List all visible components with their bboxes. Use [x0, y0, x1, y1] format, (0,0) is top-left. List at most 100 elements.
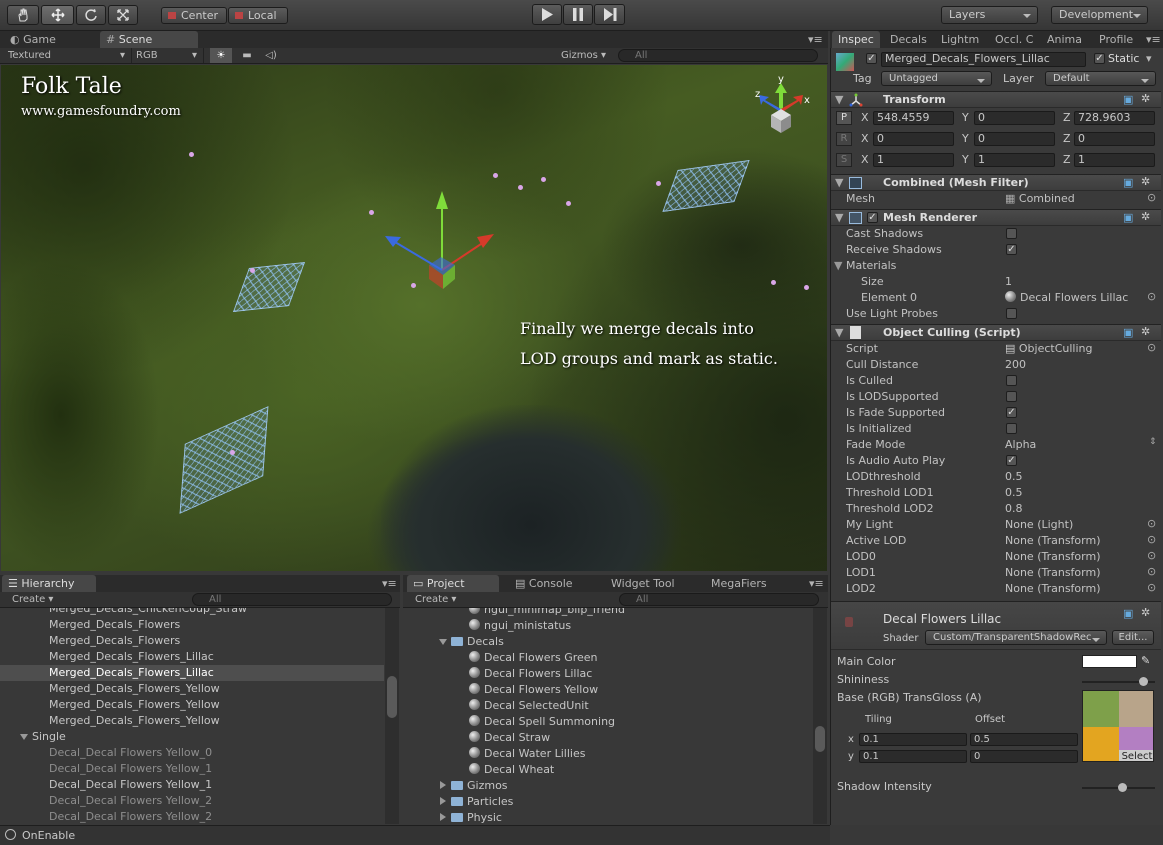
help-icon[interactable]: ▣ — [1123, 607, 1133, 620]
tab-profiler[interactable]: Profile — [1093, 31, 1143, 48]
object-picker-icon[interactable]: ⊙ — [1147, 191, 1156, 204]
threshold-lod1-field[interactable]: 0.5 — [1005, 485, 1023, 501]
tab-megafiers[interactable]: MegaFiers — [705, 575, 795, 592]
materials-foldout[interactable]: ▼ Materials — [834, 258, 896, 274]
gear-icon[interactable]: ✲ — [1141, 325, 1150, 338]
cast-shadows-checkbox[interactable] — [1006, 228, 1017, 239]
project-item[interactable]: Decal Straw — [469, 730, 550, 746]
static-dropdown-arrow-icon[interactable]: ▾ — [1146, 52, 1152, 65]
rotation-z-field[interactable]: 0 — [1074, 132, 1155, 146]
object-picker-icon[interactable]: ⊙ — [1147, 517, 1156, 530]
expand-arrow-icon[interactable] — [439, 639, 447, 645]
project-item[interactable]: ngui_ministatus — [469, 618, 571, 634]
gizmos-dropdown[interactable]: Gizmos ▾ — [561, 48, 613, 63]
fold-arrow-icon[interactable]: ▼ — [835, 93, 843, 106]
lod2-field[interactable]: None (Transform) — [1005, 581, 1101, 597]
shader-edit-button[interactable]: Edit... — [1112, 630, 1154, 645]
static-checkbox[interactable]: ✓ — [1094, 53, 1105, 64]
shininess-slider-thumb[interactable] — [1139, 677, 1148, 686]
tab-console[interactable]: ▤ Console — [509, 575, 599, 592]
threshold-lod2-field[interactable]: 0.8 — [1005, 501, 1023, 517]
hierarchy-group-single[interactable]: Single — [0, 729, 384, 745]
scale-x-field[interactable]: 1 — [873, 153, 954, 167]
project-item[interactable]: Decal Flowers Lillac — [469, 666, 592, 682]
render-mode-dropdown[interactable]: Textured ▾ — [8, 48, 132, 63]
pause-button[interactable] — [563, 4, 593, 25]
scale-tool-button[interactable] — [108, 5, 138, 25]
size-field[interactable]: 1 — [1005, 274, 1012, 290]
object-culling-header[interactable]: ▼ Object Culling (Script) ▣ ✲ — [831, 324, 1161, 341]
tab-animation[interactable]: Anima — [1041, 31, 1087, 48]
active-checkbox[interactable]: ✓ — [866, 53, 877, 64]
light-probes-checkbox[interactable] — [1006, 308, 1017, 319]
hierarchy-row[interactable]: Merged_Decals_Flowers_Yellow — [0, 681, 384, 697]
hierarchy-row[interactable]: Merged_Decals_ChickenCoup_Straw — [0, 608, 384, 617]
gear-icon[interactable]: ✲ — [1141, 175, 1150, 188]
image-effects-icon[interactable]: ▬ — [236, 48, 258, 63]
cull-distance-field[interactable]: 200 — [1005, 357, 1026, 373]
hierarchy-row[interactable]: Decal_Decal Flowers Yellow_0 — [0, 745, 384, 761]
offset-y-field[interactable]: 0 — [970, 750, 1078, 763]
hierarchy-row[interactable]: Merged_Decals_Flowers — [0, 633, 384, 649]
hierarchy-search-input[interactable]: All — [192, 593, 392, 606]
tab-widget-tool[interactable]: Widget Tool — [605, 575, 695, 592]
my-light-field[interactable]: None (Light) — [1005, 517, 1073, 533]
play-button[interactable] — [532, 4, 562, 25]
project-scrollbar[interactable] — [813, 608, 827, 824]
gear-icon[interactable]: ✲ — [1141, 210, 1150, 223]
texture-slot[interactable]: Select — [1082, 690, 1154, 762]
receive-shadows-checkbox[interactable]: ✓ — [1006, 244, 1017, 255]
scale-reset-button[interactable]: S — [836, 153, 852, 167]
project-folder-decals[interactable]: Decals — [439, 634, 504, 650]
mesh-renderer-header[interactable]: ▼ ✓ Mesh Renderer ▣ ✲ — [831, 209, 1161, 226]
hierarchy-scroll-thumb[interactable] — [387, 676, 397, 718]
shader-dropdown[interactable]: Custom/TransparentShadowRec — [925, 630, 1107, 645]
eyedropper-icon[interactable]: ✎ — [1141, 654, 1150, 667]
tab-game[interactable]: ◐ Game — [4, 31, 96, 48]
offset-x-field[interactable]: 0.5 — [970, 733, 1078, 746]
project-scroll-thumb[interactable] — [815, 726, 825, 752]
audio-auto-play-checkbox[interactable]: ✓ — [1006, 455, 1017, 466]
hierarchy-row[interactable]: Merged_Decals_Flowers_Lillac — [0, 649, 384, 665]
mesh-field[interactable]: ▦ Combined — [1005, 191, 1075, 207]
step-button[interactable] — [594, 4, 625, 25]
transform-header[interactable]: ▼ Transform ▣ ✲ — [831, 91, 1161, 108]
is-lodsupported-checkbox[interactable] — [1006, 391, 1017, 402]
lighting-toggle-icon[interactable]: ☀ — [210, 48, 232, 63]
main-color-swatch[interactable] — [1082, 655, 1137, 668]
project-item[interactable]: ngui_minimap_blip_friend — [469, 608, 625, 618]
hierarchy-create-dropdown[interactable]: Create ▾ — [12, 592, 53, 607]
tiling-y-field[interactable]: 0.1 — [859, 750, 967, 763]
tab-inspector[interactable]: Inspec — [832, 31, 880, 48]
help-icon[interactable]: ▣ — [1123, 176, 1133, 189]
element0-field[interactable]: Decal Flowers Lillac — [1005, 290, 1128, 306]
is-initialized-checkbox[interactable] — [1006, 423, 1017, 434]
fold-arrow-icon[interactable]: ▼ — [835, 326, 843, 339]
scale-z-field[interactable]: 1 — [1074, 153, 1155, 167]
hierarchy-row[interactable]: Decal_Decal Flowers Yellow_1 — [0, 761, 384, 777]
rotation-x-field[interactable]: 0 — [873, 132, 954, 146]
collapse-arrow-icon[interactable] — [440, 781, 446, 789]
project-folder-gizmos[interactable]: Gizmos — [440, 778, 508, 794]
tab-occlusion[interactable]: Occl. C — [989, 31, 1036, 48]
hierarchy-menu-icon[interactable]: ▾≡ — [380, 575, 400, 592]
help-icon[interactable]: ▣ — [1123, 326, 1133, 339]
is-fade-supported-checkbox[interactable]: ✓ — [1006, 407, 1017, 418]
status-text[interactable]: OnEnable — [22, 829, 75, 842]
scene-panel-menu-icon[interactable]: ▾≡ — [806, 31, 826, 48]
hierarchy-row[interactable]: Merged_Decals_Flowers — [0, 617, 384, 633]
position-reset-button[interactable]: P — [836, 111, 852, 125]
rotation-reset-button[interactable]: R — [836, 132, 852, 146]
audio-toggle-icon[interactable]: ◁) — [260, 48, 282, 63]
object-picker-icon[interactable]: ⊙ — [1147, 533, 1156, 546]
project-menu-icon[interactable]: ▾≡ — [807, 575, 827, 592]
object-picker-icon[interactable]: ⊙ — [1147, 549, 1156, 562]
project-create-dropdown[interactable]: Create ▾ — [415, 592, 456, 607]
updown-arrows-icon[interactable]: ⇕ — [1149, 437, 1157, 447]
hierarchy-row[interactable]: Merged_Decals_Flowers_Yellow — [0, 697, 384, 713]
project-folder-physic[interactable]: Physic — [440, 810, 502, 824]
tiling-x-field[interactable]: 0.1 — [859, 733, 967, 746]
position-y-field[interactable]: 0 — [974, 111, 1055, 125]
object-picker-icon[interactable]: ⊙ — [1147, 565, 1156, 578]
project-item[interactable]: Decal Spell Summoning — [469, 714, 615, 730]
